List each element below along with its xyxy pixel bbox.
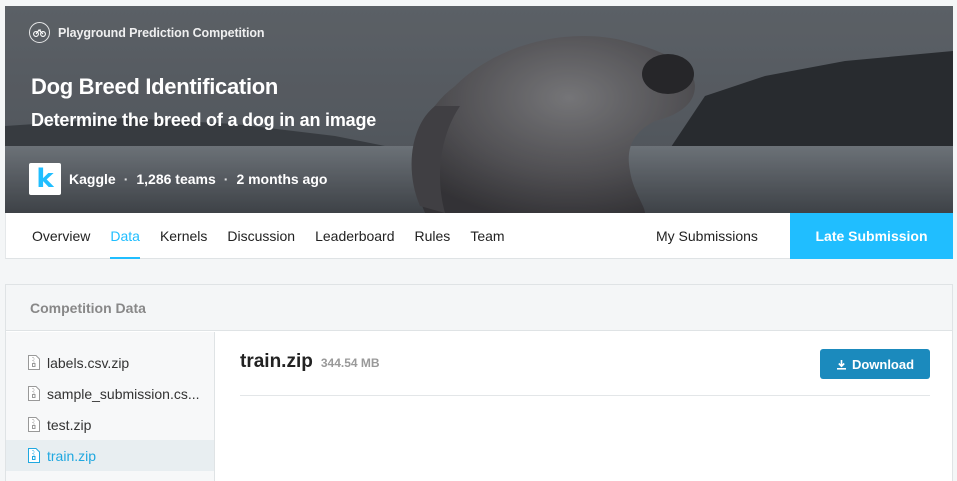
separator-dot: · xyxy=(223,171,229,187)
panel-heading: Competition Data xyxy=(6,285,952,331)
tab-overview[interactable]: Overview xyxy=(22,213,100,259)
file-list: labels.csv.zip sample_submission.cs... t… xyxy=(6,332,215,481)
file-label: test.zip xyxy=(47,416,92,433)
host-name[interactable]: Kaggle xyxy=(69,171,116,187)
divider xyxy=(240,395,930,396)
download-icon xyxy=(836,359,846,370)
competition-type-label: Playground Prediction Competition xyxy=(58,25,265,40)
kaggle-logo-icon[interactable]: k xyxy=(29,163,61,195)
competition-tabbar: Overview Data Kernels Discussion Leaderb… xyxy=(5,213,953,259)
file-title-row: train.zip 344.54 MB xyxy=(240,351,380,373)
file-label: labels.csv.zip xyxy=(47,354,130,371)
competition-subtitle: Determine the breed of a dog in an image xyxy=(31,110,377,130)
file-item-test[interactable]: test.zip xyxy=(6,409,214,440)
host-info: k Kaggle · 1,286 teams · 2 months ago xyxy=(29,163,327,195)
file-item-sample-submission[interactable]: sample_submission.cs... xyxy=(6,378,214,409)
zip-file-icon xyxy=(28,448,40,463)
competition-title: Dog Breed Identification xyxy=(31,74,279,99)
tab-team[interactable]: Team xyxy=(460,213,514,259)
tab-discussion[interactable]: Discussion xyxy=(217,213,305,259)
file-label: sample_submission.cs... xyxy=(47,385,200,402)
selected-file-name: train.zip xyxy=(240,351,313,372)
separator-dot: · xyxy=(123,171,129,187)
zip-file-icon xyxy=(28,386,40,401)
competition-age: 2 months ago xyxy=(236,171,328,187)
selected-file-size: 344.54 MB xyxy=(320,356,380,370)
download-label: Download xyxy=(851,356,915,372)
bicycle-icon xyxy=(29,22,50,43)
tab-rules[interactable]: Rules xyxy=(405,213,461,259)
zip-file-icon xyxy=(28,417,40,432)
competition-data-panel: Competition Data labels.csv.zip sample_s… xyxy=(5,284,953,481)
team-count[interactable]: 1,286 teams xyxy=(136,171,215,187)
tab-kernels[interactable]: Kernels xyxy=(150,213,217,259)
competition-type-badge: Playground Prediction Competition xyxy=(29,22,265,43)
file-detail: train.zip 344.54 MB Download xyxy=(216,332,952,481)
download-button[interactable]: Download xyxy=(820,349,930,379)
file-item-train[interactable]: train.zip xyxy=(6,440,214,471)
tab-data[interactable]: Data xyxy=(100,213,150,259)
competition-header: Playground Prediction Competition Dog Br… xyxy=(5,6,953,213)
late-submission-button[interactable]: Late Submission xyxy=(790,213,953,259)
file-label: train.zip xyxy=(47,447,97,464)
my-submissions-link[interactable]: My Submissions xyxy=(656,213,758,259)
file-item-labels[interactable]: labels.csv.zip xyxy=(6,347,214,378)
tab-leaderboard[interactable]: Leaderboard xyxy=(305,213,404,259)
tab-list: Overview Data Kernels Discussion Leaderb… xyxy=(22,213,515,259)
zip-file-icon xyxy=(28,355,40,370)
